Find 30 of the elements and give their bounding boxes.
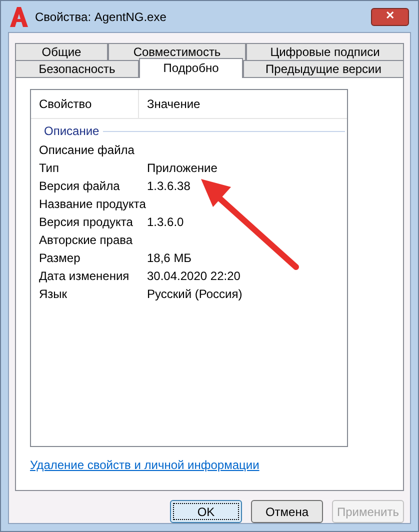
close-button[interactable]: ✕ [371,8,409,26]
group-header: Описание [44,123,100,140]
property-value: Русский (Россия) [146,286,242,303]
property-name: Описание файла [38,142,136,159]
property-name: Тип [38,160,60,177]
tab[interactable]: Предыдущие версии [243,60,404,77]
tab[interactable]: Безопасность [15,60,139,77]
property-name: Авторские права [38,232,134,249]
column-header[interactable]: Свойство [31,90,139,118]
property-value: Приложение [146,160,218,177]
property-name: Название продукта [38,196,146,213]
property-name: Язык [38,286,68,303]
property-name: Размер [38,250,82,267]
property-value: 1.3.6.0 [146,214,184,231]
tab[interactable]: Подробно [139,58,243,78]
dialog-button[interactable]: OK [170,500,242,523]
tab[interactable]: Цифровые подписи [246,43,404,60]
app-logo-icon [9,6,29,28]
window-title: Свойства: AgentNG.exe [35,8,166,26]
property-name: Версия продукта [38,214,134,231]
property-value: 30.04.2020 22:20 [146,268,240,285]
tab[interactable]: Совместимость [108,43,246,60]
property-value: 1.3.6.38 [146,178,190,195]
column-header[interactable]: Значение [139,90,347,118]
property-value: 18,6 МБ [146,250,192,267]
tab[interactable]: Общие [15,43,108,60]
dialog-button[interactable]: Отмена [251,500,323,523]
property-name: Дата изменения [38,268,130,285]
remove-properties-link[interactable]: Удаление свойств и личной информации [30,456,260,474]
property-name: Версия файла [38,178,121,195]
